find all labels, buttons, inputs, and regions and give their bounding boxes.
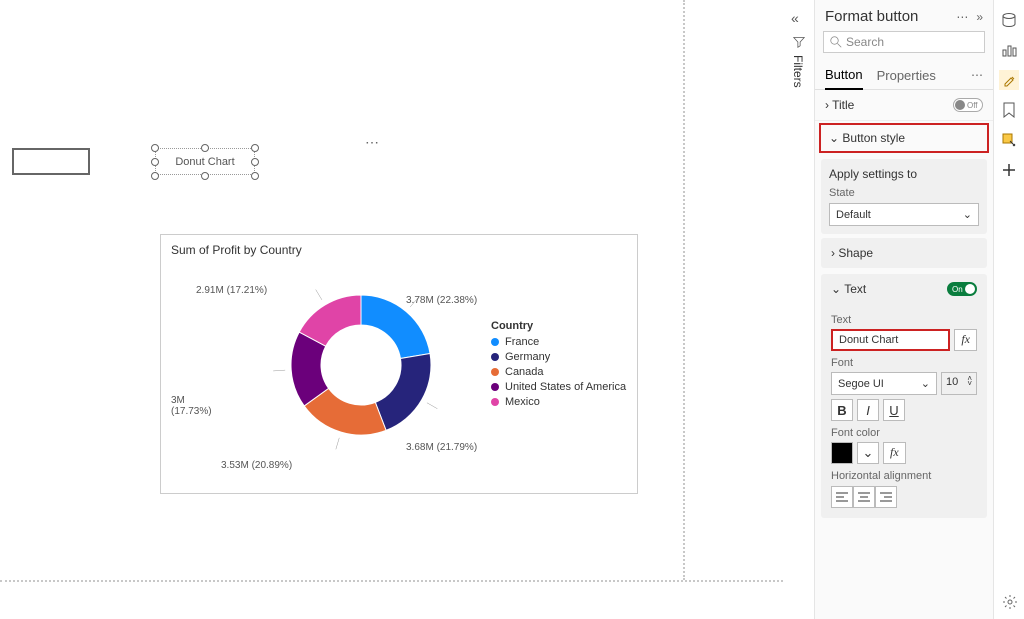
text-field-label: Text <box>831 314 977 326</box>
chevron-right-icon: › <box>831 246 835 260</box>
tab-button[interactable]: Button <box>825 61 863 90</box>
italic-button[interactable]: I <box>857 399 879 421</box>
chevron-down-icon: ⌄ <box>831 282 841 296</box>
legend-item: Germany <box>491 351 626 363</box>
resize-handle[interactable] <box>251 158 259 166</box>
section-button-style[interactable]: ⌄ Button style <box>819 123 989 153</box>
title-toggle[interactable]: Off <box>953 98 983 112</box>
legend-item: Mexico <box>491 396 626 408</box>
pane-header: Format button ⋯ » <box>815 0 993 31</box>
section-shape[interactable]: › Shape <box>821 238 987 268</box>
legend-dot <box>491 353 499 361</box>
chevron-down-icon: ⌄ <box>829 131 839 145</box>
legend-dot <box>491 338 499 346</box>
legend-item: Canada <box>491 366 626 378</box>
slice-label: 3.53M (20.89%) <box>221 460 292 471</box>
section-title[interactable]: › Title Off <box>815 90 993 121</box>
settings-gear-icon[interactable] <box>1002 594 1018 613</box>
search-placeholder: Search <box>846 35 884 49</box>
resize-handle[interactable] <box>151 172 159 180</box>
apply-settings-group: Apply settings to State Default ⌄ <box>821 159 987 234</box>
align-right-button[interactable] <box>875 486 897 508</box>
legend-dot <box>491 368 499 376</box>
filters-pane-collapsed[interactable]: « Filters <box>785 10 813 88</box>
resize-handle[interactable] <box>251 172 259 180</box>
pane-title: Format button <box>825 8 918 25</box>
tabs-more-icon[interactable]: ⋯ <box>971 68 983 82</box>
fx-button[interactable]: fx <box>883 442 906 464</box>
state-label: State <box>829 187 979 199</box>
build-visual-icon[interactable] <box>999 40 1019 60</box>
resize-handle[interactable] <box>151 144 159 152</box>
bold-button[interactable]: B <box>831 399 853 421</box>
resize-handle[interactable] <box>201 172 209 180</box>
resize-handle[interactable] <box>151 158 159 166</box>
stepper-icon[interactable]: ˄˅ <box>967 376 972 391</box>
slice-label: 2.91M (17.21%) <box>196 285 267 296</box>
legend-item: United States of America <box>491 381 626 393</box>
resize-handle[interactable] <box>201 144 209 152</box>
expand-filters-icon[interactable]: « <box>791 10 813 26</box>
more-options-icon[interactable]: ⋯ <box>956 10 968 24</box>
add-icon[interactable] <box>999 160 1019 180</box>
legend-dot <box>491 398 499 406</box>
state-dropdown[interactable]: Default ⌄ <box>829 203 979 226</box>
selection-icon[interactable] <box>999 130 1019 150</box>
section-text[interactable]: ⌄ Text On <box>821 274 987 304</box>
align-center-button[interactable] <box>853 486 875 508</box>
format-tabs: Button Properties ⋯ <box>815 61 993 90</box>
text-toggle[interactable]: On <box>947 282 977 296</box>
slice-label: 3.78M (22.38%) <box>406 295 477 306</box>
chart-title: Sum of Profit by Country <box>161 235 637 261</box>
font-size-input[interactable]: 10 ˄˅ <box>941 372 977 395</box>
chevron-down-icon: ⌄ <box>921 377 930 390</box>
legend-item: France <box>491 336 626 348</box>
font-color-label: Font color <box>831 427 977 439</box>
font-color-swatch[interactable] <box>831 442 853 464</box>
resize-handle[interactable] <box>251 144 259 152</box>
font-label: Font <box>831 357 977 369</box>
search-icon <box>830 36 842 48</box>
right-rail <box>994 0 1024 619</box>
chart-legend: Country France Germany Canada United States… <box>491 320 626 411</box>
donut-chart-visual[interactable]: Sum of Profit by Country 3.78M (22.38%) 3… <box>160 234 638 494</box>
data-icon[interactable] <box>999 10 1019 30</box>
button-text: Donut Chart <box>155 148 255 175</box>
chevron-down-icon: ⌄ <box>963 208 972 221</box>
filters-label: Filters <box>791 55 805 88</box>
chevron-right-icon: › <box>825 98 829 112</box>
filter-icon <box>793 36 805 48</box>
slice-label: 3.68M (21.79%) <box>406 442 477 453</box>
report-canvas[interactable]: ⋯ Donut Chart Sum of Profit by Country 3… <box>0 0 685 580</box>
visual-options-icon[interactable]: ⋯ <box>365 134 381 151</box>
legend-dot <box>491 383 499 391</box>
tab-properties[interactable]: Properties <box>877 62 936 89</box>
horiz-align-label: Horizontal alignment <box>831 470 977 482</box>
text-value-input[interactable]: Donut Chart <box>831 329 950 351</box>
font-color-dropdown[interactable]: ⌄ <box>857 442 879 464</box>
format-pane: Format button ⋯ » Search Button Properti… <box>814 0 994 619</box>
bookmark-icon[interactable] <box>999 100 1019 120</box>
format-visual-icon[interactable] <box>999 70 1019 90</box>
canvas-border <box>0 580 783 582</box>
apply-settings-label: Apply settings to <box>829 167 979 181</box>
align-left-button[interactable] <box>831 486 853 508</box>
underline-button[interactable]: U <box>883 399 905 421</box>
legend-title: Country <box>491 320 626 332</box>
search-input[interactable]: Search <box>823 31 985 53</box>
text-properties-group: Text Donut Chart fx Font Segoe UI ⌄ 10 ˄… <box>821 304 987 518</box>
fx-button[interactable]: fx <box>954 329 977 351</box>
slice-label: 3M(17.73%) <box>171 395 212 417</box>
font-family-dropdown[interactable]: Segoe UI ⌄ <box>831 372 937 395</box>
expand-pane-icon[interactable]: » <box>976 10 983 24</box>
blank-button-visual[interactable] <box>12 148 90 175</box>
